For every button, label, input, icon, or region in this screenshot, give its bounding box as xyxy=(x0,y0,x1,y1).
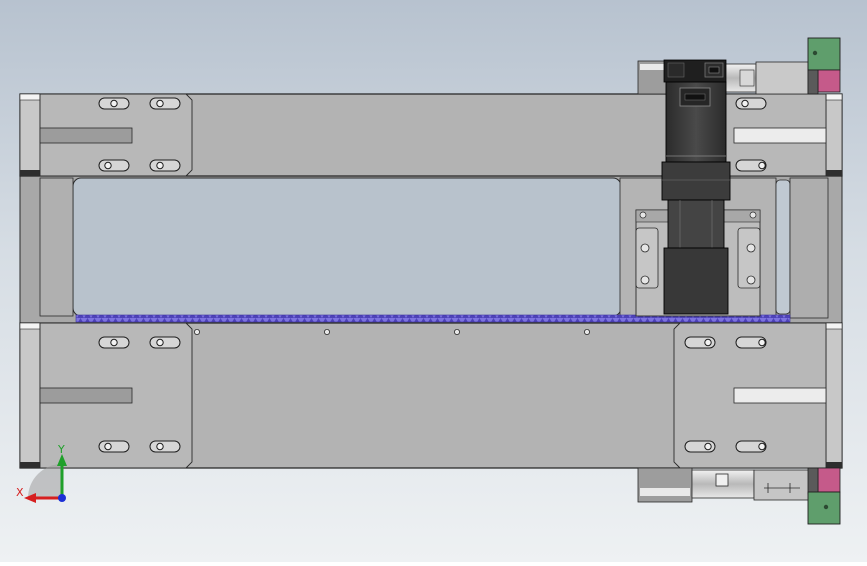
bottom-shaft-assembly xyxy=(637,467,811,503)
cad-viewport[interactable]: Y X xyxy=(0,0,867,562)
axis-y-label: Y xyxy=(57,443,65,456)
terminal-block-bottom xyxy=(807,467,841,525)
servo-motor-icon[interactable] xyxy=(661,59,731,315)
cad-drawing: Y X xyxy=(16,37,843,525)
bottom-rail xyxy=(19,322,843,469)
terminal-block-top xyxy=(807,37,841,95)
axis-x-label: X xyxy=(16,486,24,499)
